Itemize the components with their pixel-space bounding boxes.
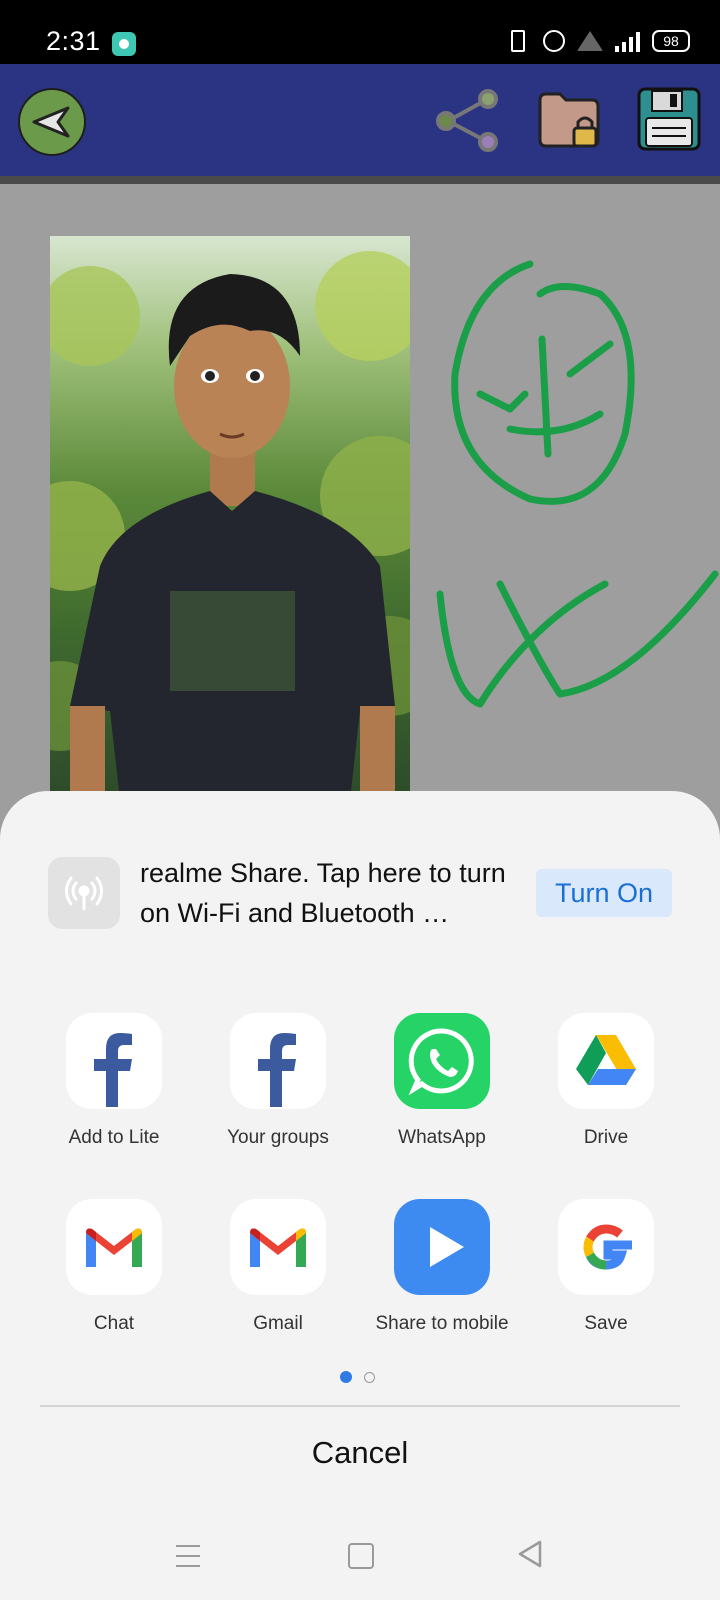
share-target-whatsapp[interactable]: WhatsApp bbox=[360, 1013, 524, 1149]
page-dot-inactive[interactable] bbox=[364, 1371, 375, 1383]
signal-icon bbox=[615, 30, 640, 52]
share-target-label: Chat bbox=[93, 1313, 135, 1334]
status-bar: 2:31 98 bbox=[0, 0, 720, 64]
page-dot-active[interactable] bbox=[340, 1371, 352, 1383]
home-icon[interactable] bbox=[348, 1543, 374, 1569]
page-indicator bbox=[340, 1371, 375, 1383]
realme-share-icon[interactable] bbox=[48, 857, 120, 929]
secure-folder-icon[interactable] bbox=[536, 90, 604, 152]
gmail-icon bbox=[66, 1199, 162, 1295]
share-target-label: WhatsApp bbox=[398, 1127, 486, 1148]
app-notification-icon bbox=[112, 32, 136, 56]
status-time: 2:31 bbox=[46, 26, 101, 56]
share-target-label: Drive bbox=[583, 1127, 629, 1148]
share-target-drive[interactable]: Drive bbox=[524, 1013, 688, 1149]
share-icon[interactable] bbox=[436, 88, 506, 154]
share-target-label: Add to Lite bbox=[68, 1127, 160, 1148]
vibrate-icon bbox=[511, 30, 525, 52]
google-drive-icon bbox=[558, 1013, 654, 1109]
whatsapp-icon bbox=[394, 1013, 490, 1109]
share-target-label: Save bbox=[584, 1313, 628, 1334]
menu-icon[interactable] bbox=[176, 1545, 200, 1567]
back-button[interactable] bbox=[18, 88, 86, 156]
share-target-your-groups[interactable]: Your groups bbox=[196, 1013, 360, 1149]
gmail-icon bbox=[230, 1199, 326, 1295]
status-icons: 98 bbox=[505, 30, 690, 52]
divider bbox=[40, 1405, 680, 1407]
share-target-label: Gmail bbox=[253, 1313, 303, 1334]
share-target-save[interactable]: Save bbox=[524, 1199, 688, 1335]
portrait-image bbox=[50, 236, 410, 800]
freehand-drawing bbox=[436, 260, 719, 708]
navigation-bar bbox=[0, 1521, 720, 1591]
share-target-gmail[interactable]: Gmail bbox=[196, 1199, 360, 1335]
share-sheet: realme Share. Tap here to turn on Wi-Fi … bbox=[0, 791, 720, 1600]
share-target-chat[interactable]: Chat bbox=[32, 1199, 196, 1335]
app-toolbar bbox=[0, 64, 720, 184]
cancel-button[interactable]: Cancel bbox=[0, 1431, 720, 1475]
save-icon[interactable] bbox=[636, 86, 702, 152]
facebook-icon bbox=[66, 1013, 162, 1109]
share-target-add-to-lite[interactable]: Add to Lite bbox=[32, 1013, 196, 1149]
facebook-icon bbox=[230, 1013, 326, 1109]
alarm-icon bbox=[543, 30, 565, 52]
turn-on-button[interactable]: Turn On bbox=[536, 869, 672, 917]
realme-share-message[interactable]: realme Share. Tap here to turn on Wi-Fi … bbox=[140, 853, 510, 933]
drawing-canvas[interactable] bbox=[0, 184, 720, 800]
google-icon bbox=[558, 1199, 654, 1295]
share-target-label: Your groups bbox=[227, 1127, 329, 1148]
play-icon bbox=[394, 1199, 490, 1295]
battery-icon: 98 bbox=[652, 30, 690, 52]
back-icon bbox=[32, 106, 70, 138]
share-target-label: Share to mobile bbox=[375, 1313, 509, 1334]
wifi-icon bbox=[577, 31, 603, 51]
share-target-share-to-mobile[interactable]: Share to mobile bbox=[360, 1199, 524, 1335]
back-icon[interactable] bbox=[516, 1539, 544, 1569]
